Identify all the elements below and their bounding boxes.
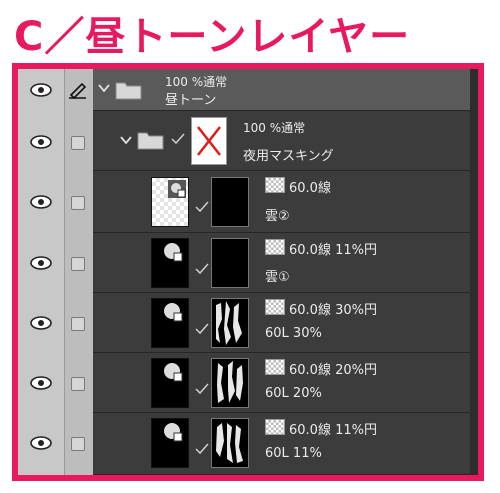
- layer-name: 60L 30%: [265, 326, 322, 341]
- layer-row[interactable]: 60.0線 雲②: [18, 171, 478, 233]
- tone-pattern-icon: [265, 239, 285, 255]
- tone-pattern-icon: [265, 177, 285, 193]
- folder-name: 夜用マスキング: [243, 149, 334, 164]
- layer-thumbnail: [151, 358, 189, 408]
- edit-checkbox[interactable]: [71, 257, 85, 271]
- eye-icon[interactable]: [30, 436, 52, 450]
- check-icon: [171, 133, 185, 145]
- layer-mode: 60.0線: [289, 181, 331, 196]
- layer-row[interactable]: 60.0線 20%円 60L 20%: [18, 353, 478, 413]
- chevron-down-icon[interactable]: [97, 81, 111, 95]
- check-icon: [195, 201, 209, 213]
- eye-icon[interactable]: [30, 83, 52, 97]
- check-icon: [195, 263, 209, 275]
- edit-checkbox[interactable]: [71, 437, 85, 451]
- layer-thumbnail: [151, 238, 189, 288]
- scrollbar[interactable]: [470, 69, 478, 475]
- edit-checkbox[interactable]: [71, 317, 85, 331]
- layer-panel-frame: 100 %通常 昼トーン 100 %通常 夜用マスキング 60.0線 雲② 60…: [12, 63, 484, 481]
- folder-icon: [137, 132, 164, 150]
- edit-checkbox[interactable]: [71, 377, 85, 391]
- masking-thumbnail-icon: [191, 117, 227, 165]
- layer-thumbnail: [151, 418, 189, 468]
- eye-icon[interactable]: [30, 195, 52, 209]
- check-icon: [195, 383, 209, 395]
- eye-icon[interactable]: [30, 135, 52, 149]
- eye-icon[interactable]: [30, 316, 52, 330]
- layer-name: 雲①: [265, 270, 290, 285]
- layer-name: 60L 11%: [265, 446, 322, 461]
- layer-mask-thumbnail: [211, 298, 249, 348]
- layer-row-folder-mask[interactable]: 100 %通常 夜用マスキング: [18, 111, 478, 171]
- layer-name: 雲②: [265, 209, 290, 224]
- edit-checkbox[interactable]: [71, 196, 85, 210]
- layer-mode: 60.0線 30%円: [289, 303, 377, 318]
- folder-icon: [115, 82, 142, 100]
- layer-mode: 60.0線 20%円: [289, 363, 377, 378]
- layer-content: 100 %通常 昼トーン: [93, 69, 478, 111]
- folder-mode: 100 %通常: [165, 75, 228, 89]
- layer-row[interactable]: 60.0線 11%円 60L 11%: [18, 413, 478, 475]
- layer-content: 100 %通常 夜用マスキング: [93, 111, 478, 171]
- tone-layer-icon: [168, 180, 186, 198]
- tone-layer-icon: [164, 363, 183, 382]
- tone-layer-icon: [164, 243, 183, 262]
- pencil-icon: [69, 82, 87, 99]
- eye-icon[interactable]: [30, 376, 52, 390]
- layer-name: 60L 20%: [265, 386, 322, 401]
- tone-pattern-icon: [265, 359, 285, 375]
- layer-content: 60.0線 雲②: [93, 171, 478, 233]
- layer-row-folder-top[interactable]: 100 %通常 昼トーン: [18, 69, 478, 111]
- layer-mode: 60.0線 11%円: [289, 423, 377, 438]
- layer-thumbnail: [151, 177, 189, 227]
- layer-mask-thumbnail: [211, 418, 249, 468]
- chevron-down-icon[interactable]: [119, 133, 133, 147]
- layer-row[interactable]: 60.0線 11%円 雲①: [18, 233, 478, 293]
- layer-content: 60.0線 11%円 60L 11%: [93, 413, 478, 475]
- layer-content: 60.0線 11%円 雲①: [93, 233, 478, 293]
- layer-thumbnail: [151, 298, 189, 348]
- tone-layer-icon: [164, 303, 183, 322]
- folder-mode: 100 %通常: [243, 121, 306, 135]
- layer-row[interactable]: 60.0線 30%円 60L 30%: [18, 293, 478, 353]
- layer-content: 60.0線 20%円 60L 20%: [93, 353, 478, 413]
- layer-mask-thumbnail: [211, 358, 249, 408]
- check-icon: [195, 323, 209, 335]
- folder-name: 昼トーン: [165, 93, 217, 108]
- layer-mode: 60.0線 11%円: [289, 243, 377, 258]
- edit-checkbox[interactable]: [71, 136, 85, 150]
- tone-pattern-icon: [265, 419, 285, 435]
- layer-mask-thumbnail: [211, 177, 249, 227]
- layer-content: 60.0線 30%円 60L 30%: [93, 293, 478, 353]
- layer-panel: 100 %通常 昼トーン 100 %通常 夜用マスキング 60.0線 雲② 60…: [18, 69, 478, 475]
- eye-icon[interactable]: [30, 256, 52, 270]
- tone-pattern-icon: [265, 299, 285, 315]
- page-title: C／昼トーンレイヤー: [14, 14, 411, 60]
- layer-mask-thumbnail: [211, 238, 249, 288]
- tone-layer-icon: [164, 423, 183, 442]
- check-icon: [195, 443, 209, 455]
